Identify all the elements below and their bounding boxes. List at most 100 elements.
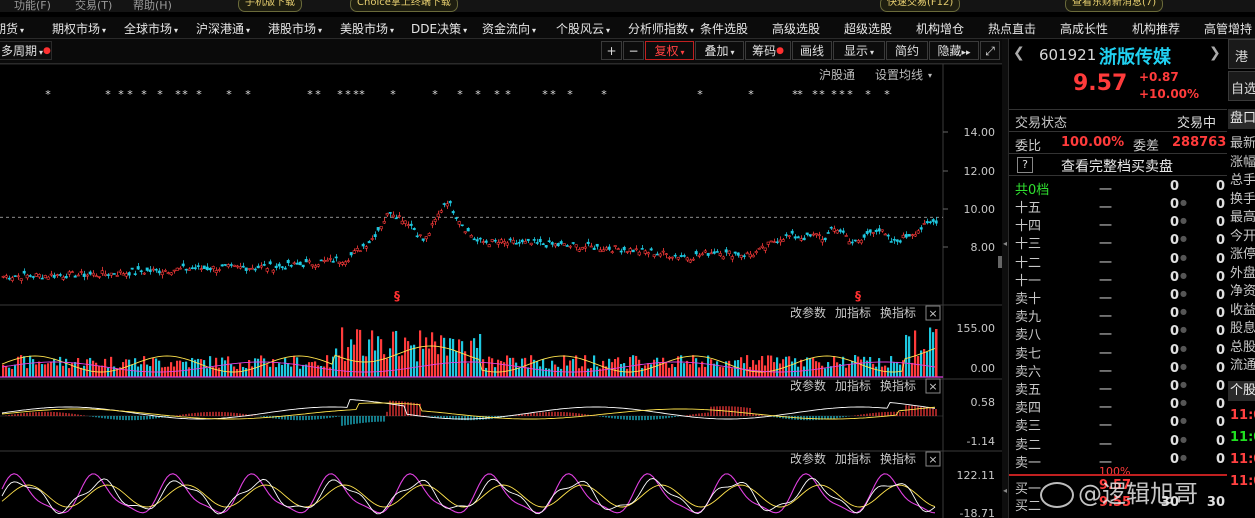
collapse-left-icon[interactable]: ◂ — [1003, 239, 1007, 248]
volume-bar — [317, 365, 320, 377]
mobile-download-pill[interactable]: 手机版下载 — [238, 0, 302, 12]
menu-item[interactable]: 条件选股 — [700, 20, 748, 37]
switch-indicator-button[interactable]: 换指标 — [880, 378, 916, 393]
ask-row[interactable]: 十三一 0 ● 0 — [1009, 232, 1227, 252]
chip-button[interactable]: 筹码● — [745, 41, 791, 60]
ask-row[interactable]: 卖十一 0 ● 0 — [1009, 287, 1227, 307]
menu-item[interactable]: 港股市场 ▾ — [268, 20, 322, 37]
ask-row[interactable]: 卖七一 0 ● 0 — [1009, 342, 1227, 362]
candle — [442, 203, 446, 205]
menu-item[interactable]: DDE决策 ▾ — [411, 20, 467, 37]
display-button[interactable]: 显示 ▾ — [833, 41, 885, 60]
menu-help[interactable]: 帮助(H) — [133, 0, 172, 12]
shgt-link[interactable]: 沪股通 — [819, 68, 855, 82]
full-book-link[interactable]: 查看完整档买卖盘 — [1061, 156, 1173, 176]
ask-row[interactable]: 卖八一 0 ● 0 — [1009, 323, 1227, 343]
book-total-row: 共0档一 0 0 — [1015, 179, 1225, 198]
fullscreen-icon[interactable]: ⤢ — [980, 41, 1000, 60]
prev-stock-icon[interactable]: ❮ — [1013, 45, 1025, 61]
news-pill[interactable]: 查看东财新消息(7) — [1065, 0, 1164, 12]
menu-function[interactable]: 功能(F) — [14, 0, 51, 12]
kline-chart[interactable]: 沪股通 设置均线 ▾14.0012.0010.008.00* * * * * * * * * * * * *… — [0, 64, 1002, 518]
ask-row[interactable]: 十二一 0 ● 0 — [1009, 251, 1227, 271]
candle — [298, 261, 302, 266]
menu-item[interactable]: 机构增仓 — [916, 20, 964, 37]
add-indicator-button[interactable]: 加指标 — [835, 305, 871, 320]
candle — [664, 253, 668, 255]
collapse-left-icon-2[interactable]: ◂ — [1003, 486, 1007, 495]
menu-item[interactable]: 全球市场 ▾ — [124, 20, 178, 37]
candle — [421, 238, 425, 241]
menu-item[interactable]: 资金流向 ▾ — [482, 20, 536, 37]
ask-row[interactable]: 十四一 0 ● 0 — [1009, 214, 1227, 234]
multi-period-button[interactable]: 多周期 ▾● — [0, 41, 52, 60]
menu-item[interactable]: 热点直击 — [988, 20, 1036, 37]
edit-params-button[interactable]: 改参数 — [790, 451, 826, 466]
volume-bar — [467, 363, 470, 377]
menu-item[interactable]: 高级选股 — [772, 20, 820, 37]
ask-row[interactable]: 卖九一 0 ● 0 — [1009, 305, 1227, 325]
volume-bar — [626, 368, 629, 377]
event-star-icon: * — [141, 88, 147, 101]
ticker-tab[interactable]: 个股 — [1228, 381, 1255, 401]
candle — [550, 242, 554, 245]
watchlist-tab[interactable]: 自选 — [1228, 71, 1255, 101]
candle — [493, 239, 497, 242]
zoom-in-button[interactable]: + — [601, 41, 622, 60]
kdj-d-line — [1, 484, 936, 508]
ask-row[interactable]: 卖六一 0 ● 0 — [1009, 360, 1227, 380]
menu-item[interactable]: 超级选股 — [844, 20, 892, 37]
candle — [448, 200, 452, 204]
simple-mode-button[interactable]: 简约 — [886, 41, 928, 60]
volume-bar — [584, 355, 587, 377]
edit-params-button[interactable]: 改参数 — [790, 305, 826, 320]
quote-field-label: 换手 — [1230, 191, 1255, 207]
ask-row[interactable]: 卖三一 0 ● 0 — [1009, 414, 1227, 434]
quick-trade-pill[interactable]: 快速交易(F12) — [880, 0, 961, 12]
ask-row[interactable]: 卖四一 0 ● 0 — [1009, 396, 1227, 416]
volume-bar — [53, 358, 56, 377]
menu-item[interactable]: 个股风云 ▾ — [556, 20, 610, 37]
menu-item[interactable]: 高成长性 — [1060, 20, 1108, 37]
ask-row[interactable]: 卖二一 0 ● 0 — [1009, 433, 1227, 453]
ask-row[interactable]: 十五一 0 ● 0 — [1009, 196, 1227, 216]
menu-trade[interactable]: 交易(T) — [75, 0, 112, 12]
help-icon[interactable]: ? — [1017, 157, 1033, 173]
event-star-icon: * — [797, 88, 803, 101]
ask-label: 卖一 — [1015, 455, 1042, 471]
add-indicator-button[interactable]: 加指标 — [835, 378, 871, 393]
volume-bar — [62, 365, 65, 377]
hk-tab[interactable]: 港 — [1228, 39, 1255, 69]
ma-settings-link[interactable]: 设置均线 — [875, 68, 923, 82]
volume-bar — [719, 366, 722, 377]
candle — [931, 219, 935, 222]
menu-item[interactable]: 美股市场 ▾ — [340, 20, 394, 37]
edit-params-button[interactable]: 改参数 — [790, 378, 826, 393]
event-star-icon: * — [505, 88, 511, 101]
hide-button[interactable]: 隐藏▸▸ — [929, 41, 979, 60]
volume-bar — [899, 364, 902, 377]
choice-download-pill[interactable]: Choice掌上终端下载 — [350, 0, 458, 12]
volume-bar — [671, 364, 674, 377]
menu-item[interactable]: 分析师指数 ▾ — [628, 20, 694, 37]
candle — [805, 232, 809, 235]
switch-indicator-button[interactable]: 换指标 — [880, 451, 916, 466]
candle — [220, 264, 224, 267]
candle — [43, 275, 47, 279]
next-stock-icon[interactable]: ❯ — [1209, 45, 1221, 61]
restore-rights-button[interactable]: 复权 ▾ — [645, 41, 694, 60]
chevron-down-icon: ▾ — [318, 26, 323, 35]
menu-item[interactable]: 期货 ▾ — [0, 20, 24, 37]
menu-item[interactable]: 沪深港通 ▾ — [196, 20, 250, 37]
draw-line-button[interactable]: 画线 — [792, 41, 832, 60]
ask-row[interactable]: 十一一 0 ● 0 — [1009, 269, 1227, 289]
zoom-out-button[interactable]: − — [623, 41, 644, 60]
ask-row[interactable]: 卖五一 0 ● 0 — [1009, 378, 1227, 398]
menu-item[interactable]: 期权市场 ▾ — [52, 20, 106, 37]
switch-indicator-button[interactable]: 换指标 — [880, 305, 916, 320]
panel-tab[interactable]: 盘口 — [1228, 109, 1255, 129]
add-indicator-button[interactable]: 加指标 — [835, 451, 871, 466]
menu-item[interactable]: 机构推荐 — [1132, 20, 1180, 37]
overlay-button[interactable]: 叠加 ▾ — [695, 41, 744, 60]
menu-item[interactable]: 高管增持 — [1204, 20, 1252, 37]
